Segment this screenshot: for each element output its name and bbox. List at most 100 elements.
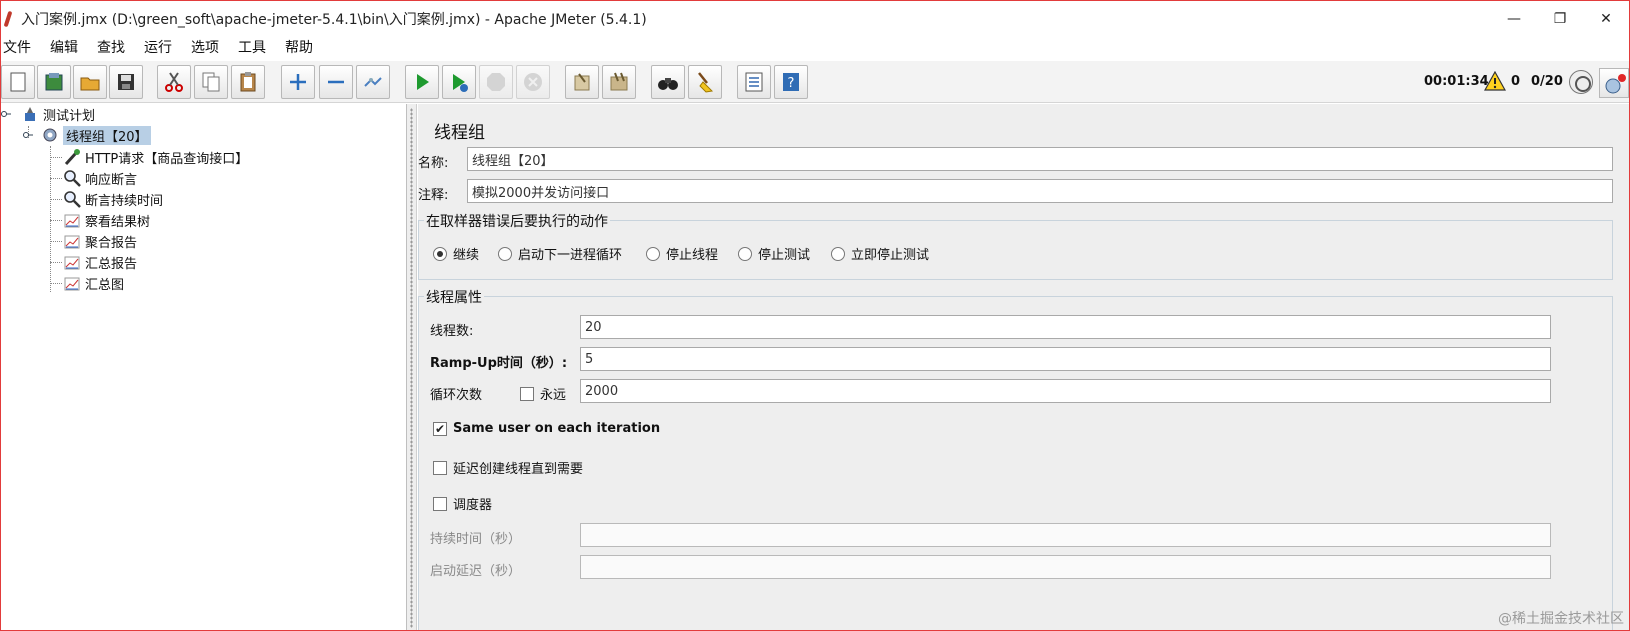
binoculars-icon [658, 78, 678, 90]
plus-icon [290, 74, 306, 90]
open-icon [80, 77, 100, 91]
name-input[interactable] [467, 147, 1613, 171]
loop-count-input[interactable] [580, 379, 1551, 403]
tree-item-view-results-tree[interactable]: 察看结果树 [63, 210, 150, 230]
clear-all-button[interactable] [602, 65, 636, 99]
checkbox-label: 延迟创建线程直到需要 [453, 462, 584, 477]
tree-item-test-plan[interactable]: 测试计划 [1, 104, 95, 124]
window-controls: — ❐ ✕ [1491, 1, 1629, 37]
stop-button[interactable] [479, 65, 513, 99]
new-icon [10, 72, 26, 92]
split-pane-divider[interactable] [407, 104, 417, 630]
cut-button[interactable] [157, 65, 191, 99]
start-no-pauses-button[interactable] [442, 65, 476, 99]
test-plan-tree: 测试计划 线程组【20】 HTTP请求【商品查询接口】 响应断言 断言持续时间 … [1, 104, 407, 630]
tree-expand-handle-icon[interactable] [23, 130, 33, 140]
toggle-button[interactable] [356, 65, 390, 99]
tree-item-summary-report[interactable]: 汇总报告 [63, 252, 137, 272]
startup-delay-label: 启动延迟（秒） [430, 564, 522, 579]
radio-label: 立即停止测试 [851, 248, 930, 263]
rampup-input[interactable] [580, 347, 1551, 371]
function-helper-button[interactable] [737, 65, 771, 99]
close-button[interactable]: ✕ [1583, 1, 1629, 37]
duration-input[interactable] [580, 523, 1551, 547]
new-button[interactable] [1, 65, 35, 99]
duration-label: 持续时间（秒） [430, 532, 522, 547]
tree-item-thread-group[interactable]: 线程组【20】 [23, 125, 151, 145]
checkbox-label: Same user on each iteration [453, 421, 661, 436]
radio-stop-thread[interactable]: 停止线程 [646, 244, 718, 263]
comment-label: 注释: [418, 188, 449, 203]
menu-options[interactable]: 选项 [189, 37, 219, 57]
elapsed-time: 00:01:34 [1424, 74, 1489, 89]
radio-dot [646, 246, 660, 261]
radio-start-next-loop[interactable]: 启动下一进程循环 [498, 244, 622, 263]
remote-clear-button[interactable] [1599, 68, 1629, 98]
copy-button[interactable] [194, 65, 228, 99]
paste-icon [240, 72, 256, 92]
collapse-all-button[interactable] [319, 65, 353, 99]
checkbox-label: 调度器 [453, 498, 493, 513]
tree-item-response-assertion[interactable]: 响应断言 [63, 168, 137, 188]
paste-button[interactable] [231, 65, 265, 99]
shutdown-button[interactable] [516, 65, 550, 99]
save-button[interactable] [109, 65, 143, 99]
menu-help[interactable]: 帮助 [283, 37, 313, 57]
tree-item-http-request[interactable]: HTTP请求【商品查询接口】 [63, 147, 248, 167]
threads-input[interactable] [580, 315, 1551, 339]
clear-button[interactable] [565, 65, 599, 99]
menu-bar: 文件 编辑 查找 运行 选项 工具 帮助 [1, 35, 1629, 59]
minimize-button[interactable]: — [1491, 1, 1537, 37]
tree-item-label: 汇总报告 [85, 256, 138, 272]
clear-all-icon [610, 72, 628, 91]
pipette-icon [64, 149, 80, 166]
menu-tools[interactable]: 工具 [236, 37, 266, 57]
name-label: 名称: [418, 156, 449, 171]
same-user-checkbox[interactable]: ✔ Same user on each iteration [433, 421, 660, 436]
delay-thread-creation-checkbox[interactable]: 延迟创建线程直到需要 [433, 458, 583, 477]
active-threads: 0/20 [1531, 74, 1563, 89]
tree-expand-handle-icon[interactable] [1, 109, 11, 119]
threads-label: 线程数: [430, 324, 474, 339]
sampler-error-action-title: 在取样器错误后要执行的动作 [424, 211, 610, 231]
graph-listener-icon [64, 256, 80, 270]
radio-dot [498, 246, 512, 261]
forever-checkbox[interactable]: 永远 [520, 384, 566, 403]
tree-item-duration-assertion[interactable]: 断言持续时间 [63, 189, 163, 209]
tree-item-label: 察看结果树 [85, 214, 151, 230]
gear-icon [43, 128, 57, 142]
radio-dot [831, 246, 845, 261]
tree-item-summary-graph[interactable]: 汇总图 [63, 273, 124, 293]
remote-engine-icon [1605, 74, 1626, 94]
thread-properties-title: 线程属性 [424, 287, 484, 307]
menu-file[interactable]: 文件 [1, 37, 31, 57]
open-button[interactable] [73, 65, 107, 99]
page-title: 线程组 [434, 123, 485, 143]
expand-all-button[interactable] [281, 65, 315, 99]
scheduler-checkbox[interactable]: 调度器 [433, 494, 492, 513]
remote-status-icon [1569, 70, 1593, 94]
search-button[interactable] [651, 65, 685, 99]
checkbox-box [433, 460, 447, 475]
menu-search[interactable]: 查找 [95, 37, 125, 57]
shutdown-icon [524, 73, 542, 91]
templates-button[interactable] [37, 65, 71, 99]
menu-run[interactable]: 运行 [142, 37, 172, 57]
radio-stop-test[interactable]: 停止测试 [738, 244, 810, 263]
comment-input[interactable] [467, 179, 1613, 203]
radio-stop-test-now[interactable]: 立即停止测试 [831, 244, 929, 263]
start-button[interactable] [405, 65, 439, 99]
svg-text:?: ? [788, 76, 795, 91]
tree-item-label: 断言持续时间 [85, 193, 164, 209]
menu-edit[interactable]: 编辑 [48, 37, 78, 57]
help-button[interactable]: ? [774, 65, 808, 99]
warning-count: 0 [1511, 74, 1521, 89]
rampup-label: Ramp-Up时间（秒）: [430, 356, 568, 371]
warning-icon[interactable] [1484, 71, 1506, 91]
toggle-icon [364, 77, 382, 87]
reset-search-button[interactable] [688, 65, 722, 99]
startup-delay-input[interactable] [580, 555, 1551, 579]
radio-continue[interactable]: 继续 [433, 244, 479, 263]
tree-item-aggregate-report[interactable]: 聚合报告 [63, 231, 137, 251]
restore-button[interactable]: ❐ [1537, 1, 1583, 37]
